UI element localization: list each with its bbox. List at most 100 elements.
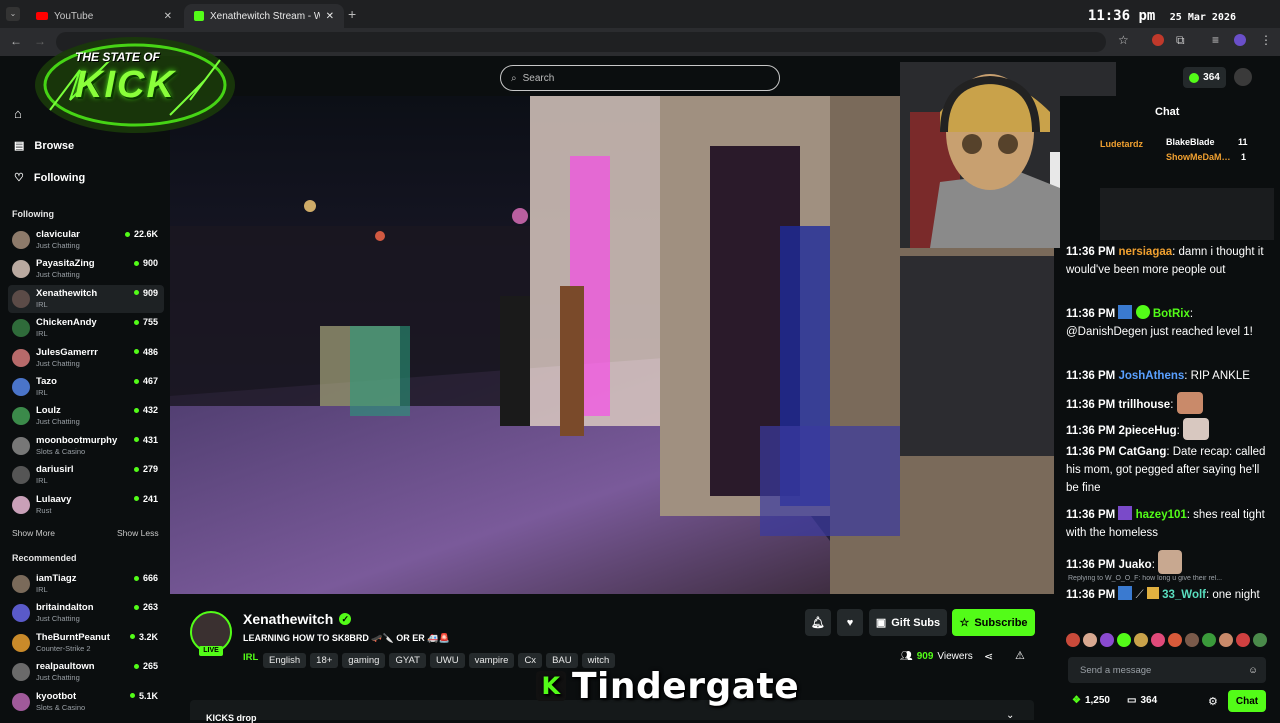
- chat-username[interactable]: nersiagaa: [1118, 246, 1172, 258]
- chat-username[interactable]: 2pieceHug: [1118, 425, 1176, 437]
- wallet-points[interactable]: ▭ 364: [1127, 695, 1157, 706]
- gifter-name[interactable]: Ludetardz: [1100, 139, 1143, 149]
- sidebar-channel-item[interactable]: iamTiagz IRL 666: [8, 570, 164, 598]
- sidebar-item-browse[interactable]: ▤ Browse: [14, 139, 74, 153]
- extension-icon[interactable]: [1152, 34, 1164, 46]
- tab-search-button[interactable]: ⌄: [6, 7, 20, 21]
- sidebar-channel-item[interactable]: PayasitaZing Just Chatting 900: [8, 255, 164, 283]
- channel-viewers: 431: [133, 434, 158, 445]
- chat-username[interactable]: JoshAthens: [1118, 370, 1184, 382]
- sidebar-channel-item[interactable]: ChickenAndy IRL 755: [8, 314, 164, 342]
- sidebar-channel-item[interactable]: britaindalton Just Chatting 263: [8, 599, 164, 627]
- sidebar-channel-item[interactable]: JulesGamerrr Just Chatting 486: [8, 344, 164, 372]
- viewer-count: 432: [142, 405, 158, 416]
- chat-username[interactable]: trillhouse: [1118, 399, 1170, 411]
- live-dot-icon: [133, 496, 139, 502]
- chat-message: 11:36 PM 2pieceHug:: [1066, 418, 1266, 440]
- sidebar-channel-item[interactable]: Loulz Just Chatting 432: [8, 402, 164, 430]
- tag-chip[interactable]: GYAT: [389, 653, 426, 668]
- notification-bell-button[interactable]: 🔔︎: [805, 609, 831, 636]
- emote-icon[interactable]: [1151, 633, 1165, 647]
- show-less-link[interactable]: Show Less: [117, 528, 159, 538]
- gifter-name[interactable]: ShowMeDaM…: [1166, 152, 1231, 162]
- kebab-menu-icon[interactable]: ⋮: [1260, 33, 1272, 47]
- chat-settings-icon[interactable]: ⚙: [1208, 695, 1218, 708]
- reply-preview[interactable]: Replying to W_O_O_F: how long u give the…: [1068, 575, 1263, 582]
- chat-username[interactable]: hazey101: [1136, 509, 1187, 521]
- channel-viewers: 241: [133, 494, 158, 504]
- sidebar-channel-item[interactable]: dariusirl IRL 279: [8, 461, 164, 489]
- report-icon[interactable]: ⚠: [1015, 649, 1025, 662]
- close-icon[interactable]: ✕: [326, 11, 334, 22]
- emote-icon[interactable]: [1100, 633, 1114, 647]
- search-input[interactable]: ⌕ Search: [500, 65, 780, 91]
- tag-chip[interactable]: UWU: [429, 653, 465, 668]
- viewer-count: 431: [142, 434, 158, 445]
- channel-avatar: [12, 260, 30, 279]
- emote-icon[interactable]: [1083, 633, 1097, 647]
- sidebar-channel-item[interactable]: TheBurntPeanut Counter-Strike 2 3.2K: [8, 629, 164, 657]
- sidebar-item-following[interactable]: ♡ Following: [14, 171, 85, 185]
- bookmark-star-icon[interactable]: ☆: [1118, 33, 1129, 47]
- channel-name: ChickenAndy: [36, 317, 97, 329]
- gift-subs-button[interactable]: ▣ Gift Subs: [869, 609, 947, 636]
- chat-time: 11:36 PM: [1066, 589, 1116, 601]
- chat-input[interactable]: Send a message ☺: [1068, 657, 1266, 683]
- puzzle-icon[interactable]: ⧉: [1176, 33, 1185, 48]
- category-link[interactable]: IRL: [243, 652, 258, 663]
- youtube-icon: [36, 12, 48, 20]
- emote-icon[interactable]: [1168, 633, 1182, 647]
- emote-icon[interactable]: [1117, 633, 1131, 647]
- show-more-link[interactable]: Show More: [12, 528, 55, 538]
- emote-icon[interactable]: [1066, 633, 1080, 647]
- emote-icon[interactable]: [1219, 633, 1233, 647]
- chat-send-button[interactable]: Chat: [1228, 690, 1266, 712]
- home-icon[interactable]: ⌂: [14, 106, 22, 121]
- emote-icon[interactable]: [1185, 633, 1199, 647]
- emote-icon[interactable]: [1253, 633, 1267, 647]
- user-avatar[interactable]: [1234, 68, 1252, 86]
- channel-category: Just Chatting: [36, 241, 80, 250]
- live-badge: LIVE: [199, 646, 223, 656]
- emote-icon[interactable]: [1202, 633, 1216, 647]
- streamer-name[interactable]: Xenathewitch: [243, 611, 333, 627]
- share-icon[interactable]: ⋖: [984, 650, 993, 663]
- live-dot-icon: [133, 663, 139, 669]
- chat-username[interactable]: CatGang: [1118, 446, 1166, 458]
- emoji-icon[interactable]: ☺: [1248, 665, 1258, 676]
- chat-text: :: [1170, 399, 1174, 411]
- sidebar-channel-item[interactable]: moonbootmurphy Slots & Casino 431: [8, 432, 164, 460]
- sidebar-channel-item[interactable]: Xenathewitch IRL 909: [8, 284, 164, 313]
- sidebar-channel-item[interactable]: kyootbot Slots & Casino 5.1K: [8, 688, 164, 716]
- new-tab-button[interactable]: +: [348, 6, 356, 22]
- chevron-down-icon[interactable]: ⌄: [1006, 710, 1014, 721]
- channel-points[interactable]: ❖ 1,250: [1072, 695, 1110, 706]
- sidebar-channel-item[interactable]: Tazo IRL 467: [8, 373, 164, 401]
- tag-chip[interactable]: vampire: [468, 653, 515, 668]
- sidebar-channel-item[interactable]: Lulaavy Rust 241: [8, 491, 164, 519]
- wallet-icon: ▭: [1127, 695, 1137, 706]
- channel-category: Just Chatting: [36, 673, 80, 683]
- emote-icon[interactable]: [1134, 633, 1148, 647]
- close-icon[interactable]: ✕: [164, 11, 172, 22]
- tag-chip[interactable]: gaming: [342, 653, 386, 668]
- tab-kick[interactable]: Xenathewitch Stream - Wa… ✕: [184, 4, 344, 28]
- chat-username[interactable]: BotRix: [1153, 308, 1190, 320]
- tag-chip[interactable]: 18+: [310, 653, 339, 668]
- points-badge[interactable]: 364: [1183, 67, 1226, 88]
- channel-name: clavicular: [36, 229, 80, 240]
- back-icon[interactable]: ←: [10, 34, 22, 48]
- tag-chip[interactable]: English: [263, 653, 307, 668]
- profile-avatar[interactable]: [1234, 34, 1246, 46]
- subscribe-button[interactable]: ☆ Subscribe: [952, 609, 1035, 636]
- chat-username[interactable]: Juako: [1118, 559, 1151, 571]
- chat-username[interactable]: 33_Wolf: [1162, 589, 1206, 601]
- menu-lines-icon[interactable]: ≡: [1212, 33, 1219, 47]
- tab-youtube[interactable]: YouTube ✕: [26, 4, 182, 28]
- gifter-name[interactable]: BlakeBlade: [1166, 137, 1215, 147]
- sidebar-channel-item[interactable]: clavicular Just Chatting 22.6K: [8, 226, 164, 254]
- chat-text: :: [1151, 559, 1155, 571]
- sidebar-channel-item[interactable]: realpaultown Just Chatting 265: [8, 658, 164, 686]
- follow-heart-button[interactable]: ♥: [837, 609, 863, 636]
- emote-icon[interactable]: [1236, 633, 1250, 647]
